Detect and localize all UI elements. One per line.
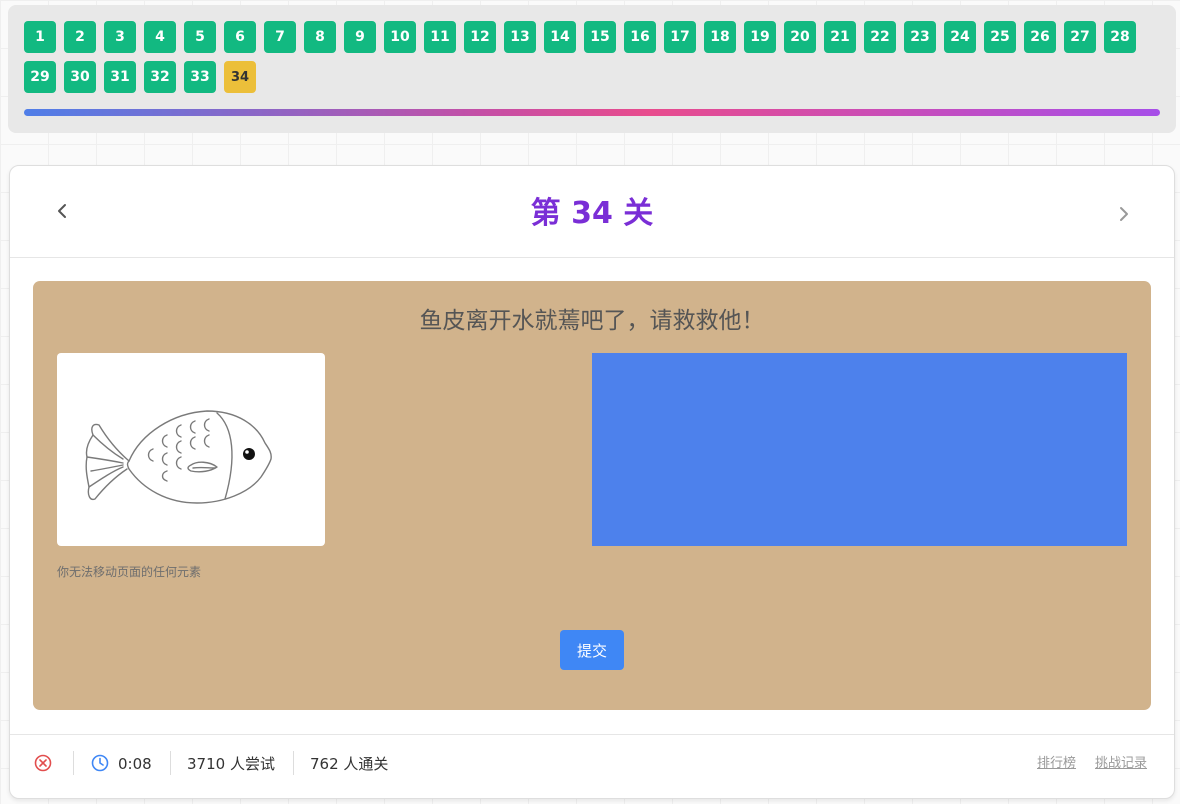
attempts-count: 3710 人尝试: [187, 755, 275, 773]
level-button-26[interactable]: 26: [1024, 21, 1056, 53]
level-button-23[interactable]: 23: [904, 21, 936, 53]
level-grid: 1 2 3 4 5 6 7 8 9 10 11 12 13 14 15 16 17 18 19 20 21 22 23 24 2…: [24, 21, 1164, 93]
level-button-13[interactable]: 13: [504, 21, 536, 53]
clock-icon: [91, 754, 109, 772]
leaderboard-link[interactable]: 排行榜: [1037, 755, 1076, 773]
history-link[interactable]: 挑战记录: [1095, 755, 1147, 773]
level-button-19[interactable]: 19: [744, 21, 776, 53]
puzzle-stage: 鱼皮离开水就蔫吧了，请救救他！ 你无法移动页面的任何元素 提交: [33, 281, 1151, 710]
level-button-2[interactable]: 2: [64, 21, 96, 53]
level-button-30[interactable]: 30: [64, 61, 96, 93]
level-button-28[interactable]: 28: [1104, 21, 1136, 53]
divider: [73, 751, 74, 775]
level-button-25[interactable]: 25: [984, 21, 1016, 53]
level-button-5[interactable]: 5: [184, 21, 216, 53]
level-button-31[interactable]: 31: [104, 61, 136, 93]
progress-bar: [24, 109, 1160, 116]
puzzle-hint: 你无法移动页面的任何元素: [57, 565, 202, 579]
level-button-15[interactable]: 15: [584, 21, 616, 53]
fish-card: [57, 353, 325, 546]
level-button-22[interactable]: 22: [864, 21, 896, 53]
puzzle-prompt: 鱼皮离开水就蔫吧了，请救救他！: [419, 308, 765, 334]
level-button-18[interactable]: 18: [704, 21, 736, 53]
level-button-21[interactable]: 21: [824, 21, 856, 53]
level-button-34[interactable]: 34: [224, 61, 256, 93]
level-card: 第 34 关 鱼皮离开水就蔫吧了，请救救他！ 你无法移动页面的任何元素 提交 0…: [9, 165, 1175, 799]
fish-icon: [85, 410, 272, 504]
divider: [293, 751, 294, 775]
level-button-33[interactable]: 33: [184, 61, 216, 93]
water-area: [592, 353, 1127, 546]
level-title: 第 34 关: [530, 196, 654, 231]
level-button-9[interactable]: 9: [344, 21, 376, 53]
level-button-11[interactable]: 11: [424, 21, 456, 53]
level-button-29[interactable]: 29: [24, 61, 56, 93]
level-button-32[interactable]: 32: [144, 61, 176, 93]
level-button-27[interactable]: 27: [1064, 21, 1096, 53]
level-button-16[interactable]: 16: [624, 21, 656, 53]
level-button-10[interactable]: 10: [384, 21, 416, 53]
level-button-3[interactable]: 3: [104, 21, 136, 53]
timer-value: 0:08: [118, 755, 152, 773]
level-footer: 0:08 3710 人尝试 762 人通关 排行榜 挑战记录: [10, 734, 1174, 798]
level-selector: 1 2 3 4 5 6 7 8 9 10 11 12 13 14 15 16 17 18 19 20 21 22 23 24 2…: [8, 5, 1176, 133]
level-button-24[interactable]: 24: [944, 21, 976, 53]
passed-count: 762 人通关: [310, 755, 389, 773]
level-button-17[interactable]: 17: [664, 21, 696, 53]
level-button-6[interactable]: 6: [224, 21, 256, 53]
level-header: 第 34 关: [10, 166, 1174, 258]
divider: [170, 751, 171, 775]
next-level-button[interactable]: [1112, 203, 1136, 227]
close-circle-icon: [34, 754, 52, 772]
level-button-12[interactable]: 12: [464, 21, 496, 53]
level-button-14[interactable]: 14: [544, 21, 576, 53]
level-button-7[interactable]: 7: [264, 21, 296, 53]
level-button-1[interactable]: 1: [24, 21, 56, 53]
chevron-right-icon: [1120, 207, 1128, 221]
level-button-8[interactable]: 8: [304, 21, 336, 53]
level-button-20[interactable]: 20: [784, 21, 816, 53]
submit-button[interactable]: 提交: [560, 630, 624, 670]
level-button-4[interactable]: 4: [144, 21, 176, 53]
